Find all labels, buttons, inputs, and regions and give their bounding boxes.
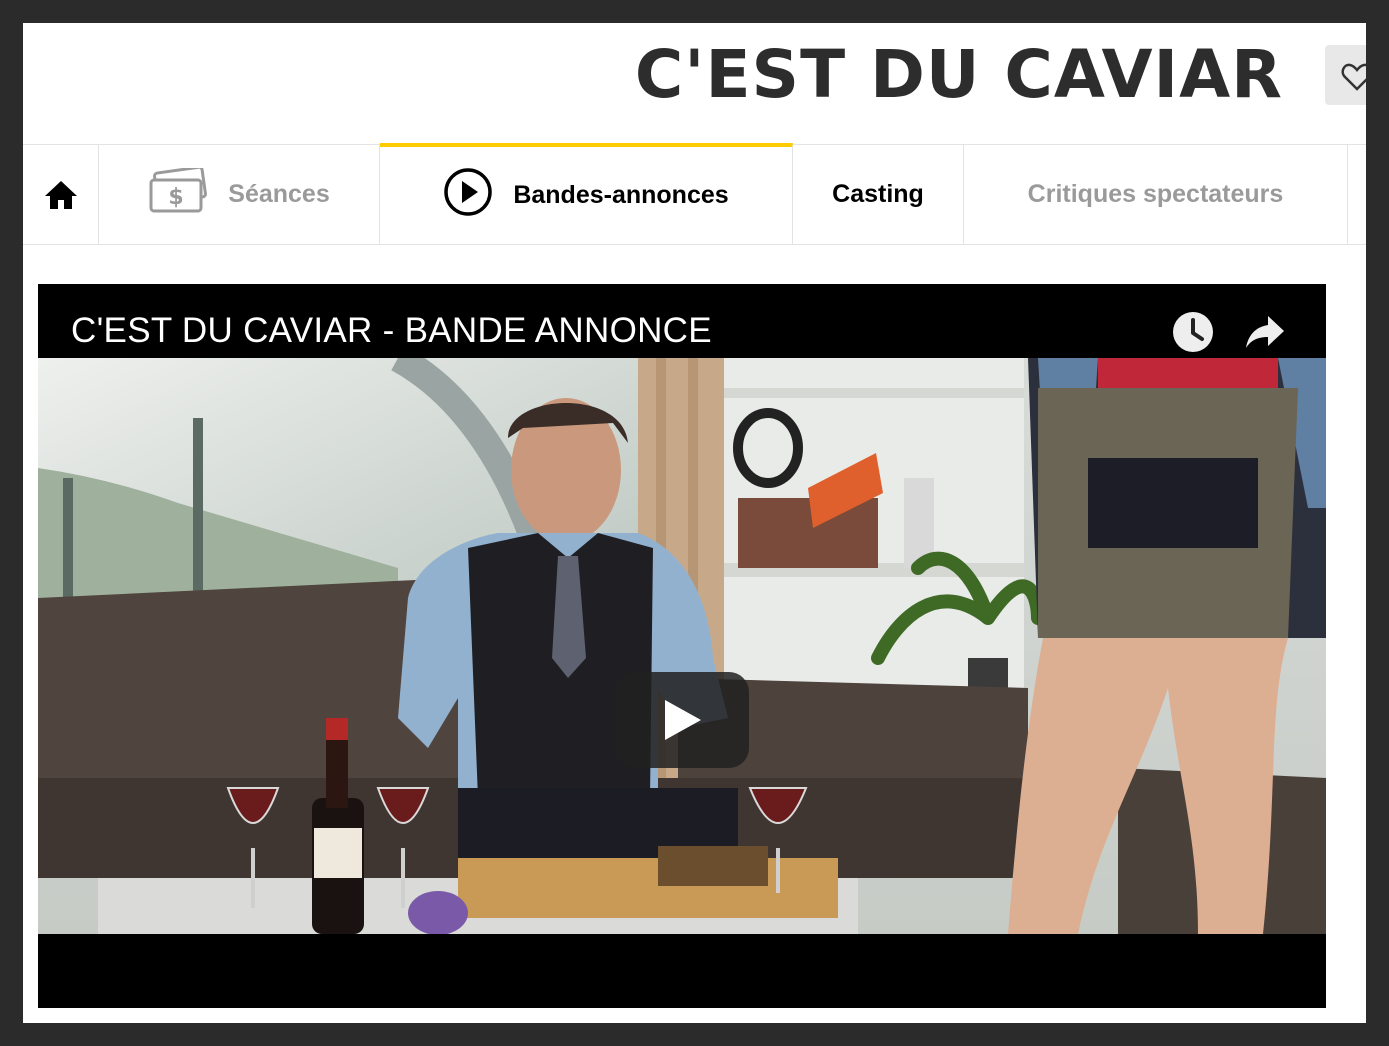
video-header: C'EST DU CAVIAR - BANDE ANNONCE <box>38 284 1326 358</box>
tab-critiques-spectateurs[interactable]: Critiques spectateurs <box>964 145 1348 244</box>
page-panel: C'EST DU CAVIAR $ Séances Bandes-annonce… <box>23 23 1366 1023</box>
movie-tabs: $ Séances Bandes-annonces Casting Critiq… <box>23 143 1366 245</box>
tab-critiques-label: Critiques spectateurs <box>1027 180 1284 208</box>
home-icon <box>44 180 77 209</box>
tab-casting[interactable]: Casting <box>793 145 964 244</box>
tab-seances[interactable]: $ Séances <box>99 145 380 244</box>
svg-text:$: $ <box>169 185 184 210</box>
play-circle-icon <box>443 167 493 224</box>
tab-seances-label: Séances <box>228 180 330 208</box>
video-frame[interactable] <box>38 358 1326 934</box>
share-icon[interactable] <box>1244 314 1286 350</box>
video-still <box>38 358 1326 934</box>
heart-icon <box>1341 63 1366 91</box>
favorite-button[interactable] <box>1325 45 1366 105</box>
tickets-icon: $ <box>148 165 208 221</box>
page-title: C'EST DU CAVIAR <box>634 36 1283 113</box>
play-button[interactable] <box>615 672 749 768</box>
video-player[interactable]: C'EST DU CAVIAR - BANDE ANNONCE <box>38 284 1326 1008</box>
tab-casting-label: Casting <box>832 180 924 208</box>
play-icon <box>665 700 701 740</box>
tab-bandes-annonces-label: Bandes-annonces <box>513 181 729 209</box>
tab-home[interactable] <box>23 145 99 244</box>
tab-bandes-annonces[interactable]: Bandes-annonces <box>380 143 793 244</box>
clock-icon[interactable] <box>1172 311 1214 353</box>
video-title[interactable]: C'EST DU CAVIAR - BANDE ANNONCE <box>71 311 712 351</box>
